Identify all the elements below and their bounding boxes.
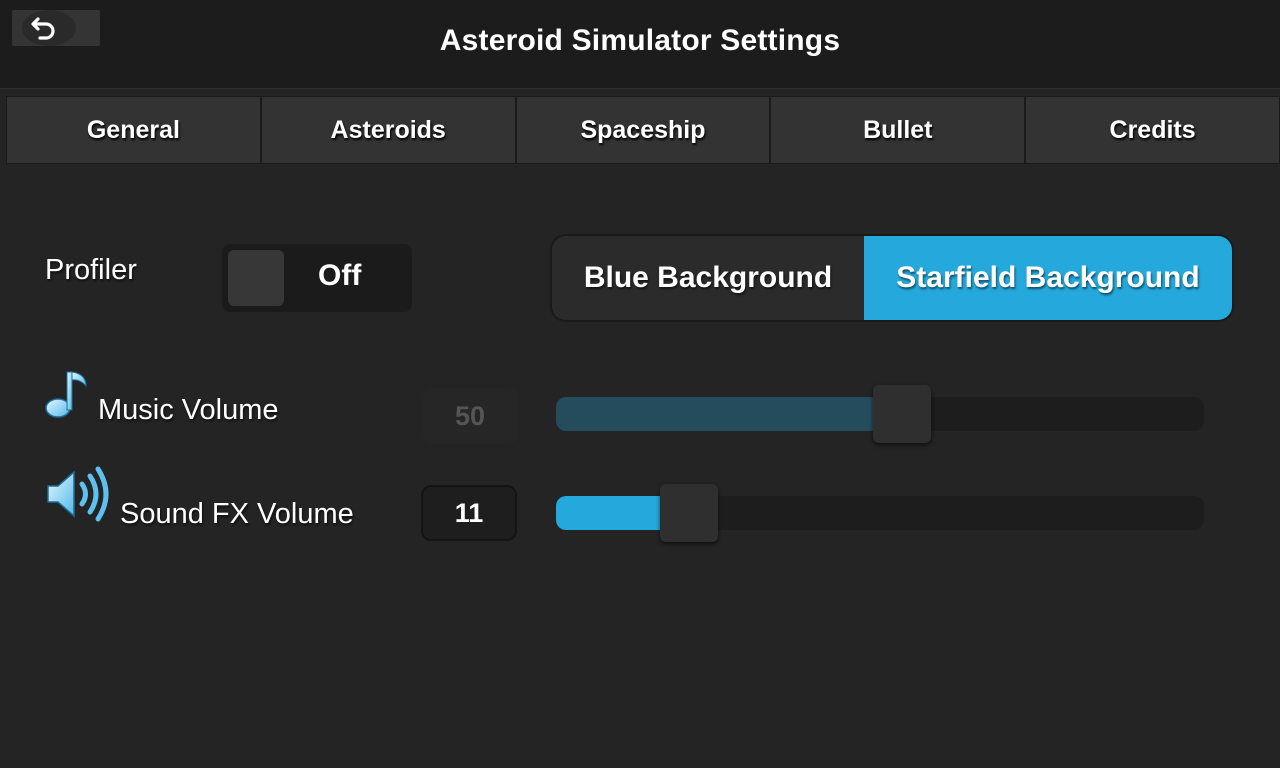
sfx-slider-handle[interactable] — [660, 484, 719, 542]
music-volume-value: 50 — [422, 388, 518, 444]
music-note-icon — [45, 371, 87, 418]
background-selector: Blue Background Starfield Background — [550, 234, 1234, 322]
tab-spaceship[interactable]: Spaceship — [515, 96, 771, 164]
profiler-toggle[interactable]: Off — [222, 244, 412, 312]
blue-background-option[interactable]: Blue Background — [552, 236, 864, 320]
tab-asteroids[interactable]: Asteroids — [260, 96, 516, 164]
tab-bullet[interactable]: Bullet — [770, 96, 1026, 164]
sfx-volume-label: Sound FX Volume — [120, 498, 354, 530]
music-slider-handle[interactable] — [873, 385, 931, 443]
toggle-state-text: Off — [318, 259, 362, 292]
sfx-slider-fill — [556, 496, 671, 530]
page-title: Asteroid Simulator Settings — [439, 24, 841, 57]
toggle-knob — [228, 250, 284, 306]
speaker-icon — [47, 466, 109, 522]
tab-general[interactable]: General — [6, 96, 261, 164]
tab-bar: General Asteroids Spaceship Bullet Credi… — [6, 96, 1280, 166]
profiler-label: Profiler — [45, 254, 137, 286]
sfx-volume-value[interactable]: 11 — [421, 485, 517, 541]
header-bar: Asteroid Simulator Settings — [0, 0, 1280, 89]
music-volume-label: Music Volume — [98, 394, 279, 426]
tab-credits[interactable]: Credits — [1025, 96, 1280, 164]
music-volume-slider[interactable] — [556, 385, 1204, 443]
sfx-volume-slider[interactable] — [556, 484, 1204, 542]
music-slider-fill — [556, 397, 883, 431]
starfield-background-option[interactable]: Starfield Background — [864, 236, 1232, 320]
